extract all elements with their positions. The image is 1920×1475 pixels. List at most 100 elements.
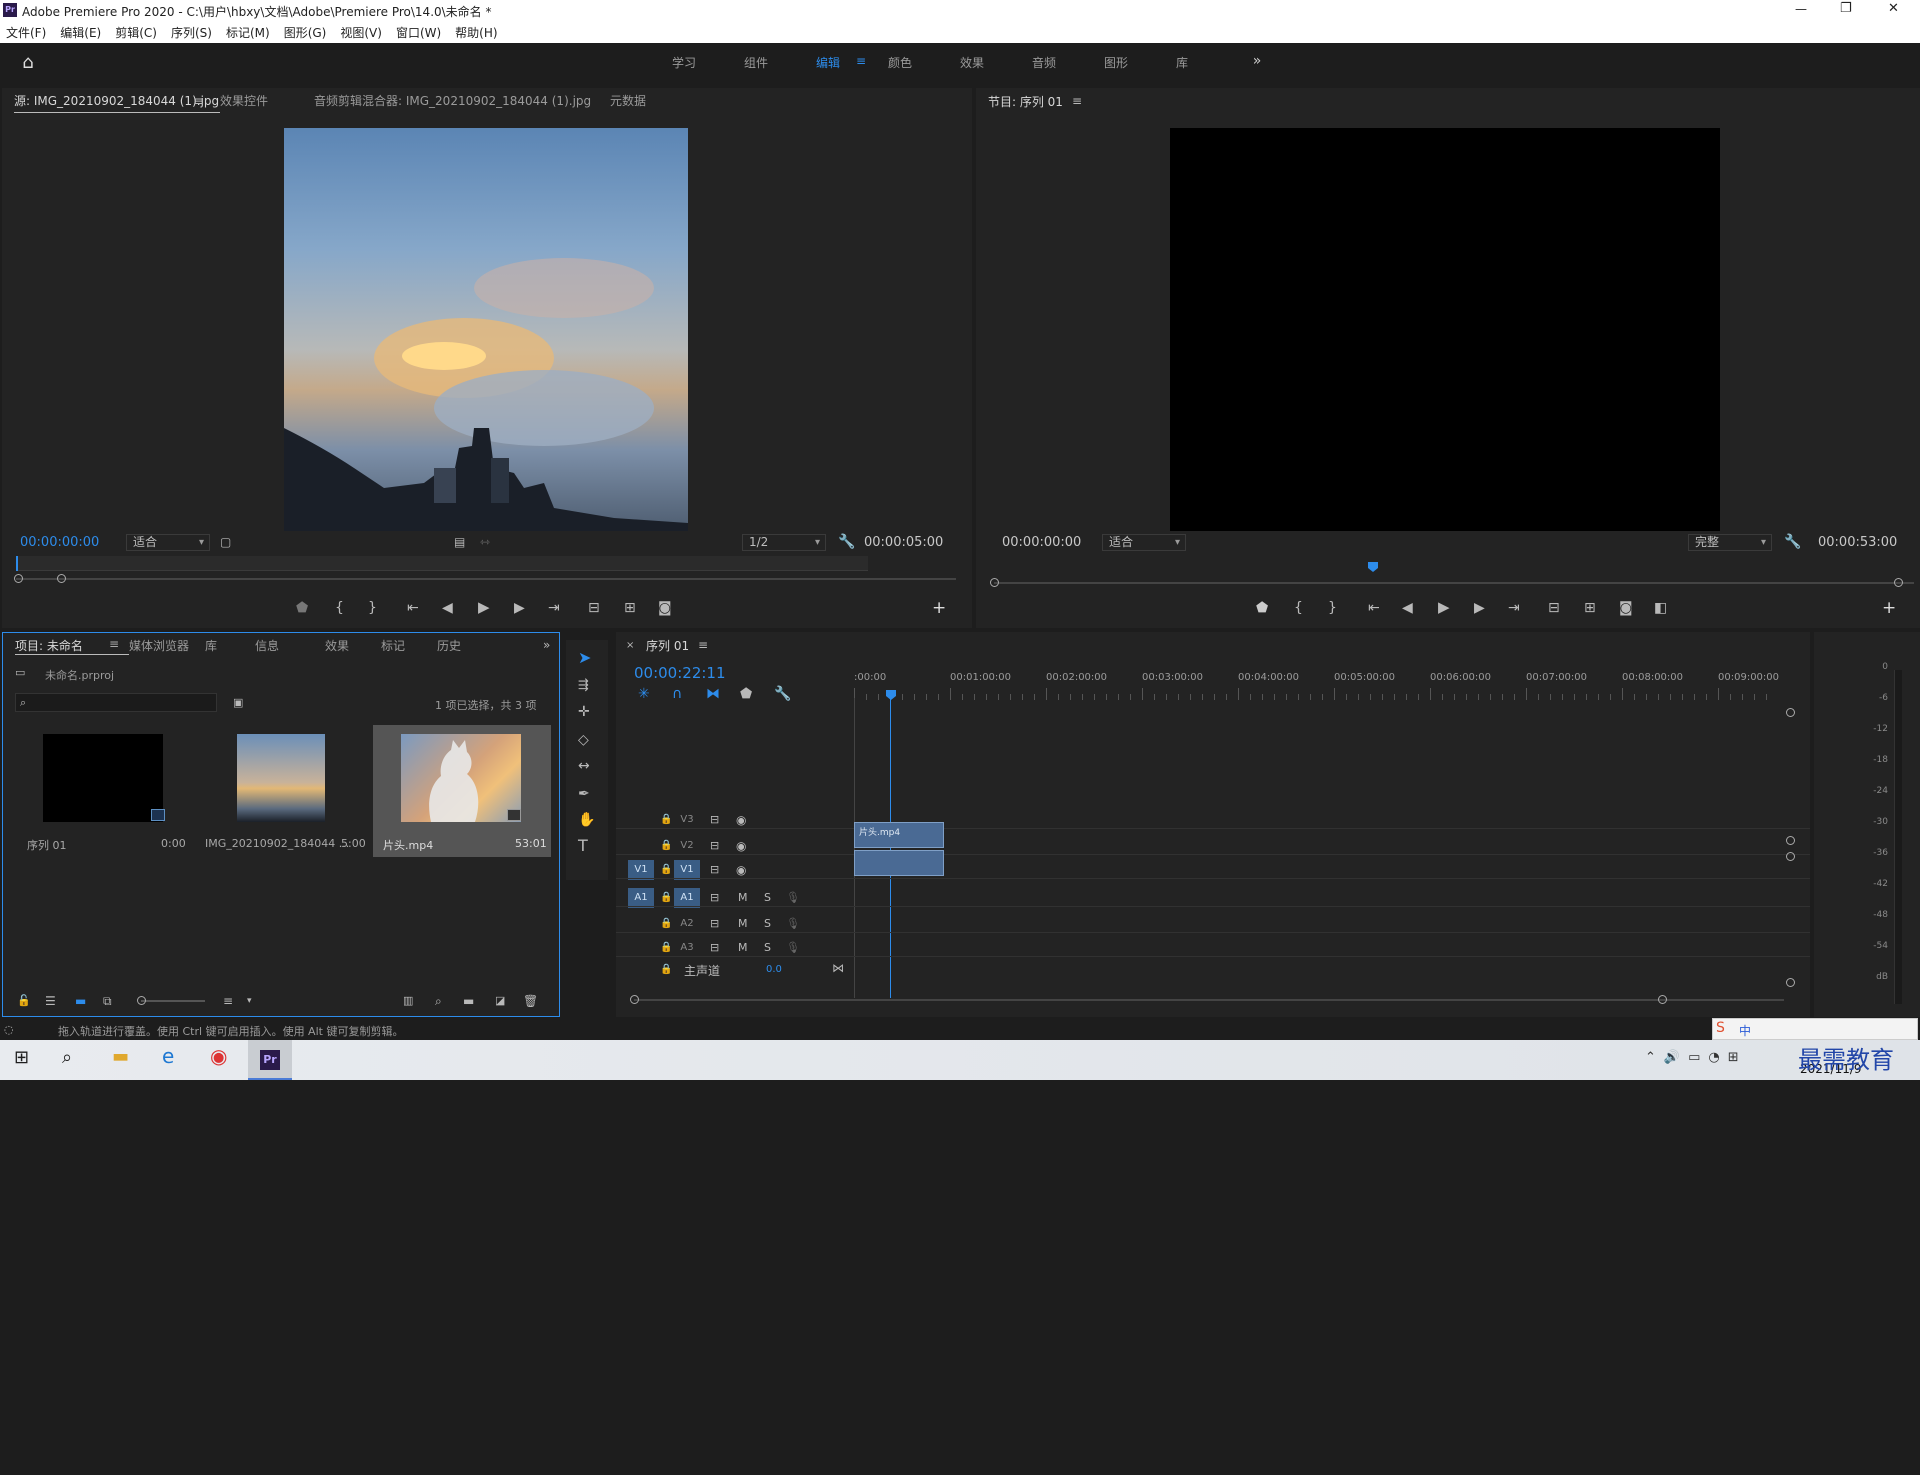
track-target[interactable]: V2 xyxy=(674,836,700,856)
comparison-view-icon[interactable]: ◧ xyxy=(1654,600,1667,616)
new-item-icon[interactable]: ◪ xyxy=(495,993,505,1009)
source-timecode-in[interactable]: 00:00:00:00 xyxy=(20,535,99,550)
eye-icon[interactable]: ◉ xyxy=(736,838,746,854)
project-overflow-icon[interactable]: » xyxy=(543,637,550,653)
edge-icon[interactable]: e xyxy=(162,1046,174,1066)
new-search-bin-icon[interactable]: ▣ xyxy=(233,695,243,711)
program-add-button-icon[interactable]: + xyxy=(1882,600,1896,617)
toggle-sync-icon[interactable]: ⊟ xyxy=(710,862,719,878)
program-add-marker-icon[interactable]: ⬟ xyxy=(1256,600,1268,616)
source-playhead[interactable] xyxy=(16,556,18,571)
lock-icon[interactable]: 🔓 xyxy=(17,993,31,1009)
track-lock-icon[interactable]: 🔒 xyxy=(660,916,672,932)
master-lock-icon[interactable]: 🔒 xyxy=(660,962,672,978)
linked-selection-icon[interactable]: ⧓ xyxy=(706,686,720,702)
toggle-sync-icon[interactable]: ⊟ xyxy=(710,838,719,854)
close-button[interactable]: ✕ xyxy=(1888,1,1899,16)
project-tab-1[interactable]: 媒体浏览器 xyxy=(129,637,205,655)
workspace-tab[interactable]: 组件 xyxy=(744,54,816,71)
automate-to-sequence-icon[interactable]: ▥ xyxy=(403,993,413,1009)
selection-tool-icon[interactable]: ➤ xyxy=(578,650,591,666)
workspace-tab[interactable]: 效果 xyxy=(960,54,1032,71)
drag-video-icon[interactable]: ⇿ xyxy=(480,534,490,550)
track-lock-icon[interactable]: 🔒 xyxy=(660,862,672,878)
workspace-menu-icon[interactable]: ≡ xyxy=(856,54,866,68)
track-lock-icon[interactable]: 🔒 xyxy=(660,812,672,828)
new-bin-icon[interactable]: ▬ xyxy=(463,993,474,1009)
source-panel-menu-icon[interactable]: ≡ xyxy=(194,93,204,109)
project-tab-4[interactable]: 效果 xyxy=(325,637,381,655)
settings-square-icon[interactable]: ▢ xyxy=(220,534,231,550)
extract-icon[interactable]: ⊞ xyxy=(1584,600,1596,616)
project-item-sequence[interactable]: 序列 01 0:00 xyxy=(15,727,195,857)
toggle-sync-icon[interactable]: ⊟ xyxy=(710,890,719,906)
project-panel-menu-icon[interactable]: ≡ xyxy=(109,637,129,655)
track-lock-icon[interactable]: 🔒 xyxy=(660,890,672,906)
home-icon[interactable]: ⌂ xyxy=(18,54,38,72)
type-tool-icon[interactable]: T xyxy=(578,838,588,854)
play-icon[interactable]: ▶ xyxy=(478,599,490,615)
camera-icon[interactable]: ◙ xyxy=(658,600,672,616)
export-frame-icon[interactable]: ▤ xyxy=(454,534,465,550)
project-tab-5[interactable]: 标记 xyxy=(381,637,437,655)
eye-icon[interactable]: ◉ xyxy=(736,812,746,828)
source-scroll-handle-right[interactable] xyxy=(57,574,66,583)
project-tab-3[interactable]: 信息 xyxy=(255,637,325,655)
program-mark-out-icon[interactable]: } xyxy=(1328,600,1337,616)
master-link-icon[interactable]: ⋈ xyxy=(832,960,844,976)
taskbar-search-icon[interactable]: ⌕ xyxy=(62,1049,72,1067)
source-scroll-bar[interactable] xyxy=(16,578,956,580)
step-forward-icon[interactable]: ▶ xyxy=(514,600,525,616)
track-target[interactable]: A1 xyxy=(674,888,700,908)
menu-item[interactable]: 帮助(H) xyxy=(455,24,497,41)
nest-icon[interactable]: ✳ xyxy=(638,686,650,702)
menu-item[interactable]: 编辑(E) xyxy=(60,24,101,41)
system-tray-icons[interactable]: ⌃🔊▭◔⊞ xyxy=(1645,1050,1747,1065)
sort-dropdown-icon[interactable]: ▾ xyxy=(247,993,252,1009)
timeline-timecode[interactable]: 00:00:22:11 xyxy=(634,664,726,682)
menu-item[interactable]: 序列(S) xyxy=(171,24,212,41)
program-scroll-handle-right[interactable] xyxy=(1894,578,1903,587)
ime-toolbar[interactable]: S 中 xyxy=(1712,1018,1918,1040)
mark-out-icon[interactable]: } xyxy=(368,600,377,616)
program-step-back-icon[interactable]: ◀ xyxy=(1402,600,1413,616)
ripple-edit-tool-icon[interactable]: ✛ xyxy=(578,704,590,720)
hscroll-handle-right[interactable] xyxy=(1658,995,1667,1004)
source-tab-2[interactable]: 音频剪辑混合器: IMG_20210902_184044 (1).jpg xyxy=(314,92,610,113)
list-view-icon[interactable]: ☰ xyxy=(45,993,56,1009)
video-scroll-handle-bottom[interactable] xyxy=(1786,836,1795,845)
source-tab-3[interactable]: 元数据 xyxy=(610,92,690,113)
eye-icon[interactable]: ◉ xyxy=(736,862,746,878)
menu-item[interactable]: 文件(F) xyxy=(6,24,46,41)
program-go-to-out-icon[interactable]: ⇥ xyxy=(1508,600,1520,616)
timeline-settings-icon[interactable]: 🔧 xyxy=(774,686,791,702)
chrome-icon[interactable]: ◉ xyxy=(210,1046,227,1066)
program-panel-menu-icon[interactable]: ≡ xyxy=(1072,93,1082,109)
solo-button[interactable]: S xyxy=(764,891,771,904)
timeline-ruler[interactable]: :00:00 00:01:00:00 00:02:00:00 00:03:00:00 0… xyxy=(854,672,1794,700)
source-tab-1[interactable]: 效果控件 xyxy=(220,92,314,113)
menu-item[interactable]: 剪辑(C) xyxy=(115,24,157,41)
mute-button[interactable]: M xyxy=(738,941,748,954)
snap-icon[interactable]: ∩ xyxy=(672,686,682,702)
source-tab-0[interactable]: 源: IMG_20210902_184044 (1).jpg xyxy=(14,92,220,113)
workspace-tab[interactable]: 图形 xyxy=(1104,54,1176,71)
project-item-image[interactable]: IMG_20210902_184044 ... 5:00 xyxy=(199,727,375,857)
workspace-tab[interactable]: 库 xyxy=(1176,54,1248,71)
maximize-button[interactable]: ❐ xyxy=(1840,1,1852,16)
hand-tool-icon[interactable]: ✋ xyxy=(578,812,595,828)
track-target[interactable]: V1 xyxy=(674,860,700,880)
premiere-taskbar-icon[interactable]: Pr xyxy=(248,1040,292,1080)
program-step-forward-icon[interactable]: ▶ xyxy=(1474,600,1485,616)
track-lock-icon[interactable]: 🔒 xyxy=(660,838,672,854)
mute-button[interactable]: M xyxy=(738,917,748,930)
toggle-sync-icon[interactable]: ⊟ xyxy=(710,940,719,956)
razor-tool-icon[interactable]: ◇ xyxy=(578,732,589,748)
freeform-view-icon[interactable]: ⧉ xyxy=(103,993,112,1009)
hscroll-handle-left[interactable] xyxy=(630,995,639,1004)
minimize-button[interactable]: — xyxy=(1795,2,1807,16)
program-tab[interactable]: 节目: 序列 01 xyxy=(988,93,1063,110)
toggle-sync-icon[interactable]: ⊟ xyxy=(710,812,719,828)
timeline-tab[interactable]: 序列 01 xyxy=(646,637,689,654)
audio-scroll-handle-bottom[interactable] xyxy=(1786,978,1795,987)
